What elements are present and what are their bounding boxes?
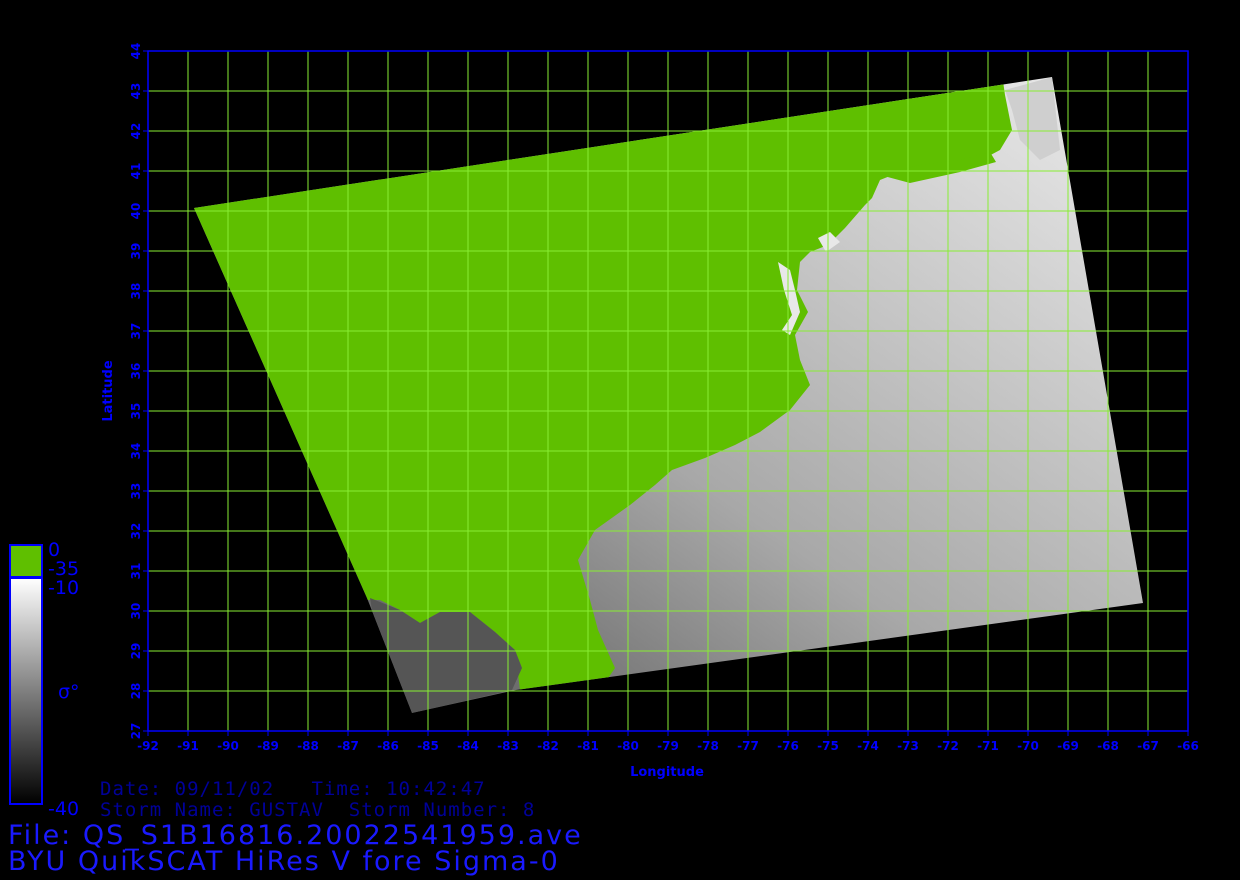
y-tick-label: 32: [129, 523, 143, 540]
sigma0-map: -92 -91 -90 -89 -88 -87 -86 -85 -84 -83 -82 -81 -80 -…: [9, 43, 1199, 820]
y-tick-label: 42: [129, 123, 143, 140]
y-tick-label: 30: [129, 603, 143, 620]
x-tick-label: -84: [457, 739, 479, 753]
colorbar-label-ocean-bottom: -40: [48, 798, 79, 820]
y-tick-label: 34: [129, 443, 143, 460]
x-tick-label: -91: [177, 739, 199, 753]
x-tick-label: -73: [897, 739, 919, 753]
y-tick-label: 41: [129, 163, 143, 180]
product-title-line: BYU QuikSCAT HiRes V fore Sigma-0: [8, 846, 560, 877]
x-tick-label: -75: [817, 739, 839, 753]
x-tick-label: -92: [137, 739, 159, 753]
x-tick-label: -68: [1097, 739, 1119, 753]
storm-line: Storm Name: GUSTAV Storm Number: 8: [100, 799, 536, 821]
x-tick-label: -88: [297, 739, 319, 753]
x-tick-label: -85: [417, 739, 439, 753]
colorbar-land-segment: [9, 544, 43, 578]
y-tick-label: 35: [129, 403, 143, 420]
x-tick-label: -79: [657, 739, 679, 753]
y-tick-label: 40: [129, 203, 143, 220]
colorbar-label-ocean-top: -10: [48, 577, 79, 599]
y-tick-label: 29: [129, 643, 143, 660]
colorbar-sigma-symbol: σ°: [58, 681, 80, 703]
colorbar-ocean-segment: [9, 577, 43, 805]
x-tick-label: -77: [737, 739, 759, 753]
x-axis-label: Longitude: [630, 765, 704, 780]
y-tick-label: 43: [129, 83, 143, 100]
y-tick-label: 28: [129, 683, 143, 700]
y-tick-label: 31: [129, 563, 143, 580]
x-tick-label: -74: [857, 739, 879, 753]
x-tick-label: -83: [497, 739, 519, 753]
x-tick-label: -70: [1017, 739, 1039, 753]
y-tick-labels: 27 28 29 30 31 32 33 34 35 36 37 38 39 40 41 42 43 44: [129, 43, 148, 740]
x-tick-label: -80: [617, 739, 639, 753]
x-tick-label: -69: [1057, 739, 1079, 753]
x-tick-label: -86: [377, 739, 399, 753]
x-tick-label: -76: [777, 739, 799, 753]
y-tick-label: 38: [129, 283, 143, 300]
x-tick-labels: -92 -91 -90 -89 -88 -87 -86 -85 -84 -83 -82 -81 -80 -…: [137, 731, 1199, 753]
y-tick-label: 37: [129, 323, 143, 340]
x-tick-label: -71: [977, 739, 999, 753]
x-tick-label: -82: [537, 739, 559, 753]
x-tick-label: -78: [697, 739, 719, 753]
x-tick-label: -81: [577, 739, 599, 753]
y-axis-label: Latitude: [101, 360, 116, 422]
colorbar: 0 -35 -10 -40 σ°: [9, 539, 80, 820]
x-tick-label: -72: [937, 739, 959, 753]
y-tick-label: 33: [129, 483, 143, 500]
x-tick-label: -87: [337, 739, 359, 753]
y-tick-label: 36: [129, 363, 143, 380]
x-tick-label: -67: [1137, 739, 1159, 753]
y-tick-label: 44: [129, 43, 143, 60]
y-tick-label: 39: [129, 243, 143, 260]
x-tick-label: -89: [257, 739, 279, 753]
x-tick-label: -90: [217, 739, 239, 753]
swath: [194, 77, 1143, 713]
x-tick-label: -66: [1177, 739, 1199, 753]
y-tick-label: 27: [129, 723, 143, 740]
date-time-line: Date: 09/11/02 Time: 10:42:47: [100, 778, 486, 800]
